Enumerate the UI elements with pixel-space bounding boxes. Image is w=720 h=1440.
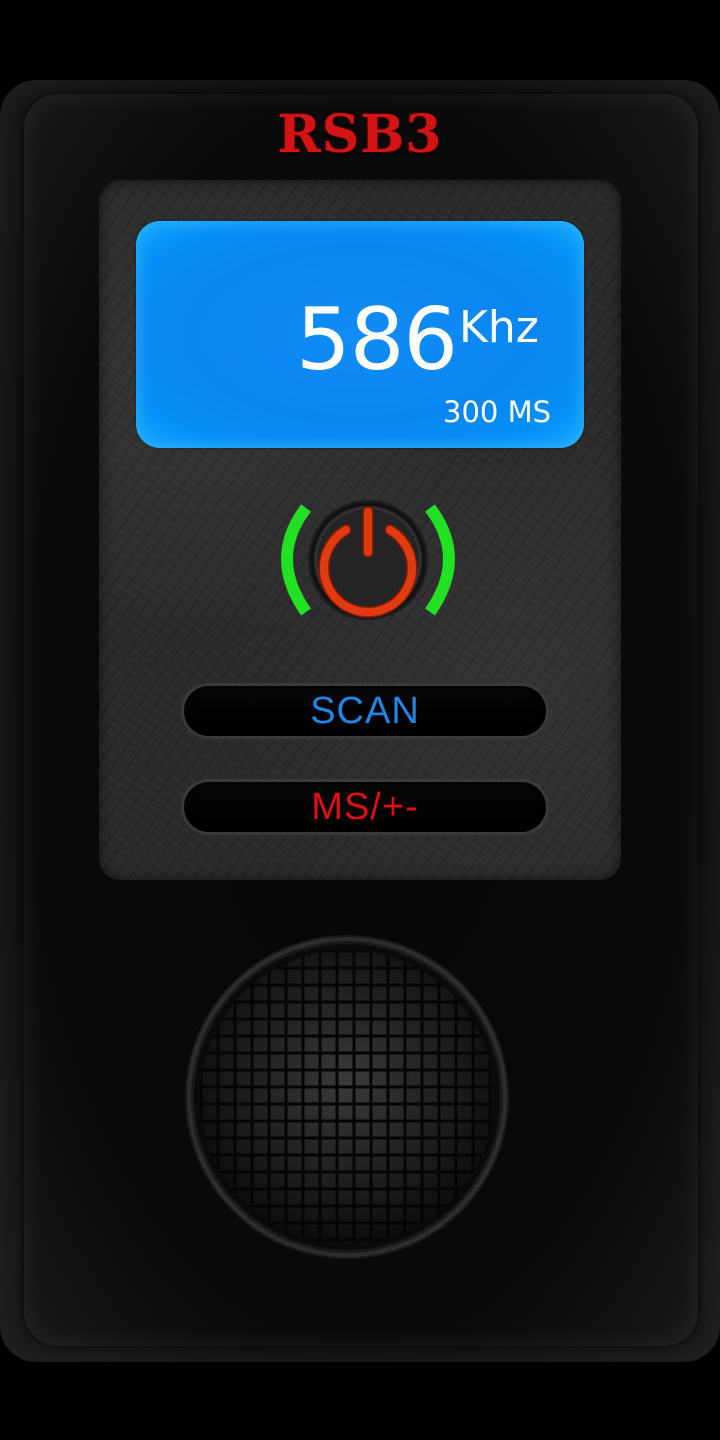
frequency-unit: Khz xyxy=(459,302,539,353)
power-icon xyxy=(281,500,455,620)
ms-adjust-button[interactable]: MS/+- xyxy=(184,782,546,832)
speaker-grille xyxy=(184,934,510,1260)
right-bracket-icon xyxy=(425,504,455,616)
speaker-grille-icon xyxy=(185,935,509,1259)
left-bracket-icon xyxy=(281,504,311,616)
interval-readout: 300 MS xyxy=(443,395,551,429)
power-button[interactable] xyxy=(266,500,470,622)
frequency-value: 586 xyxy=(296,290,458,390)
brand-title: RSB3 xyxy=(277,104,443,165)
scan-button[interactable]: SCAN xyxy=(184,686,546,736)
